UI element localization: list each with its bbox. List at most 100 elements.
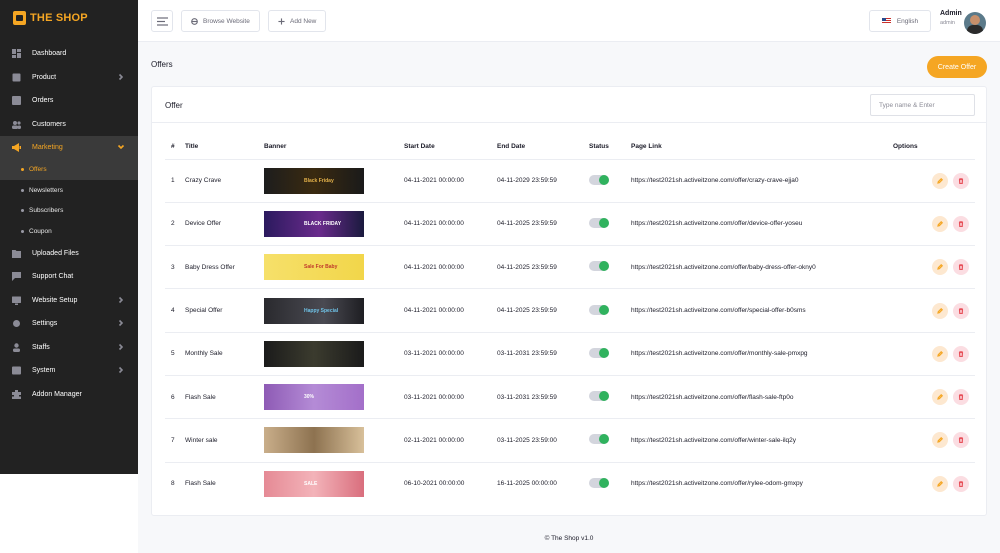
edit-button[interactable] bbox=[932, 259, 948, 276]
submenu-item-coupon[interactable]: Coupon bbox=[0, 221, 138, 242]
sidebar-item-addon-manager[interactable]: Addon Manager bbox=[0, 383, 138, 407]
customers-icon bbox=[12, 120, 21, 129]
language-selector[interactable]: English bbox=[869, 10, 931, 32]
sidebar-item-customers[interactable]: Customers bbox=[0, 113, 138, 137]
status-toggle[interactable] bbox=[589, 174, 609, 185]
chevron-right-icon bbox=[117, 296, 125, 304]
topbar: Browse Website Add New English Admin adm… bbox=[138, 0, 1000, 42]
system-icon bbox=[12, 366, 21, 375]
start-date: 04-11-2021 00:00:00 bbox=[404, 159, 497, 203]
start-date: 04-11-2021 00:00:00 bbox=[404, 288, 497, 333]
table-row: 6 Flash Sale 30% 03-11-2021 00:00:00 03-11-2… bbox=[165, 375, 975, 420]
edit-button[interactable] bbox=[932, 432, 948, 449]
status-cell bbox=[589, 462, 631, 505]
edit-button[interactable] bbox=[932, 302, 948, 319]
chevron-right-icon bbox=[117, 366, 125, 374]
sidebar-item-staffs[interactable]: Staffs bbox=[0, 336, 138, 360]
row-number: 4 bbox=[165, 288, 185, 333]
sidebar-item-system[interactable]: System bbox=[0, 359, 138, 383]
sidebar-item-marketing[interactable]: Marketing bbox=[0, 136, 138, 160]
sidebar-item-support-chat[interactable]: Support Chat bbox=[0, 265, 138, 289]
status-cell bbox=[589, 332, 631, 376]
options-group bbox=[893, 259, 975, 276]
brand[interactable]: THE SHOP bbox=[0, 0, 138, 36]
trash-icon bbox=[958, 264, 964, 271]
banner-cell bbox=[264, 332, 404, 376]
sidebar-item-product[interactable]: Product bbox=[0, 66, 138, 90]
status-toggle[interactable] bbox=[589, 261, 609, 272]
bullet-icon bbox=[21, 188, 24, 192]
sidebar-item-orders[interactable]: Orders bbox=[0, 89, 138, 113]
admin-info[interactable]: Admin admin bbox=[940, 10, 962, 26]
status-toggle[interactable] bbox=[589, 304, 609, 315]
card-header: Offer bbox=[152, 87, 986, 123]
submenu-item-label: Subscribers bbox=[29, 207, 64, 215]
end-date: 04-11-2025 23:59:59 bbox=[497, 245, 589, 290]
page-link[interactable]: https://test2021sh.activeitzone.com/offe… bbox=[631, 418, 893, 463]
sidebar-item-label: Addon Manager bbox=[32, 390, 82, 398]
language-label: English bbox=[896, 17, 919, 25]
status-toggle[interactable] bbox=[589, 217, 609, 228]
sidebar-item-settings[interactable]: Settings bbox=[0, 312, 138, 336]
header-start-date: Start Date bbox=[404, 135, 497, 160]
status-toggle[interactable] bbox=[589, 434, 609, 445]
row-number: 3 bbox=[165, 245, 185, 290]
sidebar-item-label: Marketing bbox=[32, 144, 63, 152]
status-toggle[interactable] bbox=[589, 347, 609, 358]
addon-manager-icon bbox=[12, 389, 21, 399]
options-group bbox=[893, 475, 975, 492]
delete-button[interactable] bbox=[953, 259, 969, 276]
admin-role: admin bbox=[940, 20, 955, 26]
page-link[interactable]: https://test2021sh.activeitzone.com/offe… bbox=[631, 159, 893, 203]
page-link[interactable]: https://test2021sh.activeitzone.com/offe… bbox=[631, 245, 893, 290]
menu-toggle-button[interactable] bbox=[151, 10, 173, 32]
edit-button[interactable] bbox=[932, 172, 948, 189]
sidebar-item-uploaded-files[interactable]: Uploaded Files bbox=[0, 242, 138, 266]
edit-button[interactable] bbox=[932, 475, 948, 492]
edit-button[interactable] bbox=[932, 389, 948, 406]
search-input[interactable] bbox=[870, 94, 975, 116]
delete-button[interactable] bbox=[953, 345, 969, 362]
delete-button[interactable] bbox=[953, 172, 969, 189]
offers-card: Offer # Title Banner Start Date End Date… bbox=[151, 86, 987, 516]
page-link[interactable]: https://test2021sh.activeitzone.com/offe… bbox=[631, 288, 893, 333]
toggle-knob bbox=[599, 174, 609, 185]
sidebar-item-label: System bbox=[32, 367, 56, 375]
trash-icon bbox=[958, 221, 964, 227]
row-number: 5 bbox=[165, 332, 185, 376]
page-link[interactable]: https://test2021sh.activeitzone.com/offe… bbox=[631, 462, 893, 505]
page-link[interactable]: https://test2021sh.activeitzone.com/offe… bbox=[631, 375, 893, 420]
sidebar-item-label: Staffs bbox=[32, 343, 50, 351]
delete-button[interactable] bbox=[953, 432, 969, 449]
status-toggle[interactable] bbox=[589, 391, 609, 402]
browse-website-button[interactable]: Browse Website bbox=[181, 10, 260, 32]
edit-button[interactable] bbox=[932, 215, 948, 232]
avatar[interactable] bbox=[964, 12, 986, 34]
toggle-knob bbox=[599, 391, 609, 402]
options-cell bbox=[893, 375, 975, 420]
delete-button[interactable] bbox=[953, 215, 969, 232]
toggle-knob bbox=[599, 347, 609, 358]
sidebar-item-website-setup[interactable]: Website Setup bbox=[0, 289, 138, 313]
status-toggle[interactable] bbox=[589, 477, 609, 488]
sidebar-item-dashboard[interactable]: Dashboard bbox=[0, 42, 138, 66]
marketing-submenu: Offers Newsletters Subscribers Coupon bbox=[0, 159, 138, 242]
table-row: 1 Crazy Crave Black Friday 04-11-2021 00:00… bbox=[165, 159, 975, 203]
page-link[interactable]: https://test2021sh.activeitzone.com/offe… bbox=[631, 332, 893, 376]
submenu-item-offers[interactable]: Offers bbox=[0, 159, 138, 180]
banner-text: SALE bbox=[304, 480, 318, 487]
page-link[interactable]: https://test2021sh.activeitzone.com/offe… bbox=[631, 202, 893, 247]
delete-button[interactable] bbox=[953, 475, 969, 492]
options-cell bbox=[893, 288, 975, 333]
table-row: 5 Monthly Sale 03-11-2021 00:00:00 03-11-20… bbox=[165, 332, 975, 376]
add-new-button[interactable]: Add New bbox=[268, 10, 327, 32]
start-date: 03-11-2021 00:00:00 bbox=[404, 375, 497, 420]
status-cell bbox=[589, 418, 631, 463]
delete-button[interactable] bbox=[953, 302, 969, 319]
create-offer-button[interactable]: Create Offer bbox=[927, 56, 987, 78]
end-date: 16-11-2025 00:00:00 bbox=[497, 480, 557, 488]
submenu-item-subscribers[interactable]: Subscribers bbox=[0, 201, 138, 222]
delete-button[interactable] bbox=[953, 389, 969, 406]
submenu-item-newsletters[interactable]: Newsletters bbox=[0, 180, 138, 201]
edit-button[interactable] bbox=[932, 345, 948, 362]
